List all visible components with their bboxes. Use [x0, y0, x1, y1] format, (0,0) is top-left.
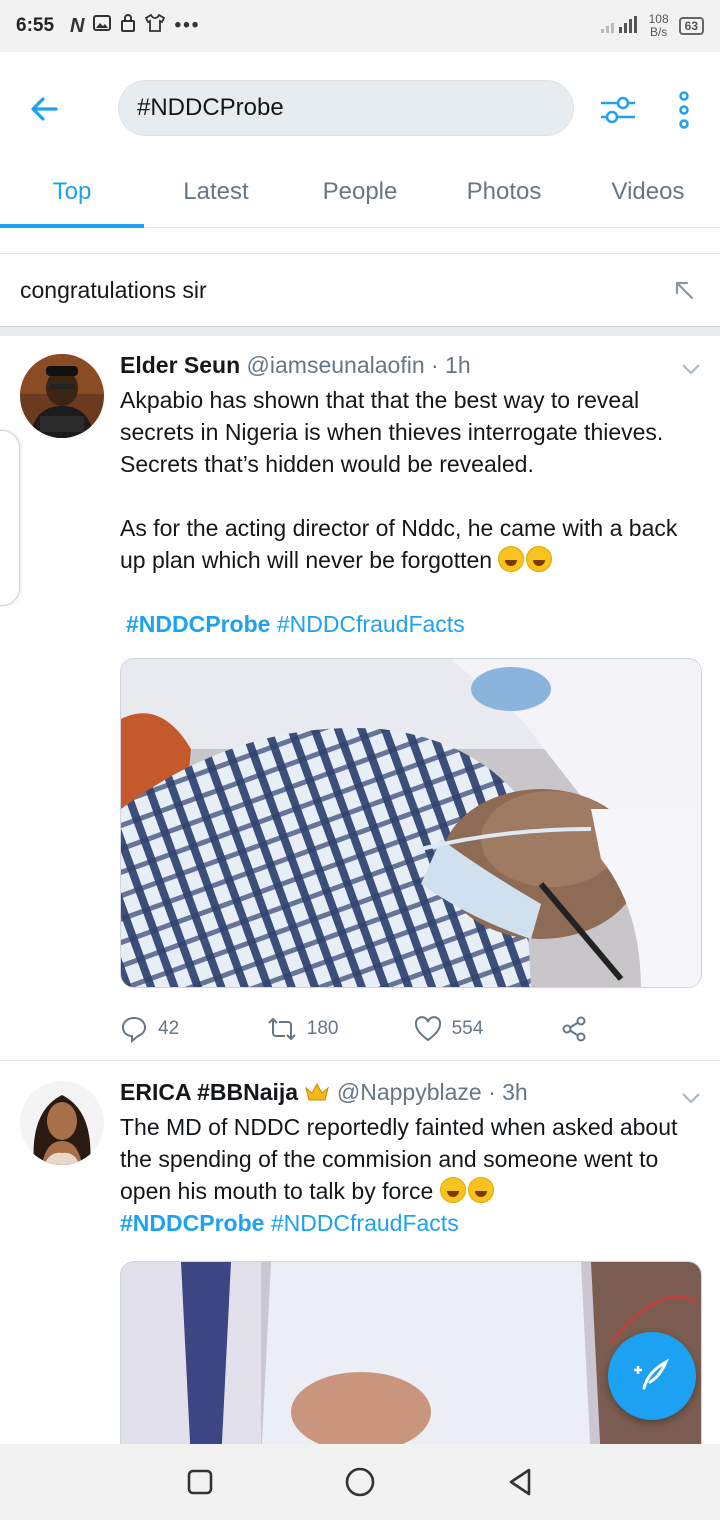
news-icon: N: [70, 14, 85, 37]
compose-feather-icon: [634, 1358, 670, 1390]
tweet-text-paragraph: As for the acting director of Nddc, he c…: [120, 515, 678, 573]
tweet[interactable]: Elder Seun @iamseunalaofin · 1h Akpabio …: [0, 336, 720, 1060]
tab-people[interactable]: People: [288, 160, 432, 227]
signal-icon: [599, 15, 639, 38]
author-handle[interactable]: @Nappyblaze: [337, 1079, 482, 1105]
tab-videos[interactable]: Videos: [576, 160, 720, 227]
hashtag-link[interactable]: #NDDCfraudFacts: [277, 611, 465, 637]
tab-latest[interactable]: Latest: [144, 160, 288, 227]
gallery-icon: [92, 13, 112, 39]
recents-button[interactable]: [180, 1462, 220, 1502]
author-name[interactable]: ERICA #BBNaija: [120, 1079, 298, 1105]
tweet-header: Elder Seun @iamseunalaofin · 1h: [120, 352, 700, 384]
net-speed: 108 B/s: [649, 13, 669, 39]
retweet-icon: [268, 1018, 296, 1040]
crown-emoji-icon: [304, 1081, 330, 1101]
tweet-body: Elder Seun @iamseunalaofin · 1h Akpabio …: [120, 352, 700, 640]
search-header: #NDDCProbe: [0, 64, 720, 154]
rolling-laughing-emoji-icon: [498, 546, 525, 572]
search-filter-button[interactable]: [598, 90, 638, 130]
author-name[interactable]: Elder Seun: [120, 352, 240, 378]
battery-icon: 63: [678, 17, 704, 35]
search-query: #NDDCProbe: [137, 94, 284, 121]
tab-photos[interactable]: Photos: [432, 160, 576, 227]
arrow-left-icon: [31, 97, 58, 121]
like-button[interactable]: 554: [414, 1016, 561, 1042]
square-icon: [187, 1469, 213, 1495]
share-icon: [562, 1016, 586, 1042]
status-time: 6:55: [16, 15, 55, 36]
tab-top[interactable]: Top: [0, 160, 144, 228]
net-speed-value: 108: [648, 12, 669, 26]
arrow-up-left-icon[interactable]: [672, 278, 696, 302]
tweet-text-paragraph: The MD of NDDC reportedly fainted when a…: [120, 1114, 678, 1204]
back-button[interactable]: [28, 92, 62, 126]
tweet-header: ERICA #BBNaija @Nappyblaze · 3h: [120, 1079, 700, 1111]
vertical-dots-icon: [679, 91, 689, 129]
notification-icons: N •••: [70, 13, 200, 39]
system-navigation-bar: [0, 1444, 720, 1520]
reply-icon: [121, 1016, 147, 1043]
hashtag-link[interactable]: #NDDCProbe: [126, 611, 270, 637]
heart-icon: [414, 1016, 441, 1042]
search-input[interactable]: #NDDCProbe: [118, 80, 574, 136]
more-options-button[interactable]: [674, 90, 694, 130]
shirt-icon: [144, 13, 166, 39]
more-notifications-icon: •••: [174, 15, 201, 36]
reply-button[interactable]: 42: [120, 1015, 267, 1043]
like-count: 554: [451, 1018, 484, 1039]
divider: [0, 228, 720, 254]
avatar[interactable]: [20, 1081, 104, 1165]
back-nav-button[interactable]: [500, 1462, 540, 1502]
circle-icon: [345, 1467, 375, 1497]
triangle-back-icon: [509, 1468, 531, 1496]
avatar[interactable]: [20, 354, 104, 438]
search-tabs: Top Latest People Photos Videos: [0, 160, 720, 228]
retweet-button[interactable]: 180: [267, 1015, 414, 1043]
retweet-count: 180: [306, 1018, 339, 1039]
rolling-laughing-emoji-icon: [467, 1177, 494, 1203]
tweet-image[interactable]: [120, 658, 702, 988]
hashtag-link[interactable]: #NDDCProbe: [120, 1210, 264, 1236]
reply-count: 42: [158, 1018, 180, 1039]
tweet-time: · 1h: [431, 352, 471, 378]
author-handle[interactable]: @iamseunalaofin: [247, 352, 425, 378]
filter-sliders-icon: [601, 96, 635, 124]
share-button[interactable]: [560, 1015, 600, 1043]
suggestion-text: congratulations sir: [20, 276, 207, 303]
tweet-text: The MD of NDDC reportedly fainted when a…: [120, 1111, 700, 1239]
tweet-text-paragraph: Akpabio has shown that that the best way…: [120, 387, 664, 477]
search-suggestion[interactable]: congratulations sir: [0, 254, 720, 326]
status-bar: 6:55 N ••• 108 B/s 63: [0, 0, 720, 52]
compose-tweet-button[interactable]: [608, 1332, 696, 1420]
tweet-time: · 3h: [488, 1079, 528, 1105]
tweet-text: Akpabio has shown that that the best way…: [120, 384, 700, 640]
hashtag-link[interactable]: #NDDCfraudFacts: [271, 1210, 459, 1236]
tweet-actions: 42 180 554: [120, 1014, 600, 1044]
lock-icon: [120, 13, 136, 39]
tears-of-joy-emoji-icon: [439, 1177, 466, 1203]
home-button[interactable]: [340, 1462, 380, 1502]
net-speed-unit: B/s: [649, 25, 668, 39]
section-gap: [0, 326, 720, 336]
rolling-laughing-emoji-icon: [526, 546, 553, 572]
tweet-body: ERICA #BBNaija @Nappyblaze · 3h The MD o…: [120, 1079, 700, 1239]
